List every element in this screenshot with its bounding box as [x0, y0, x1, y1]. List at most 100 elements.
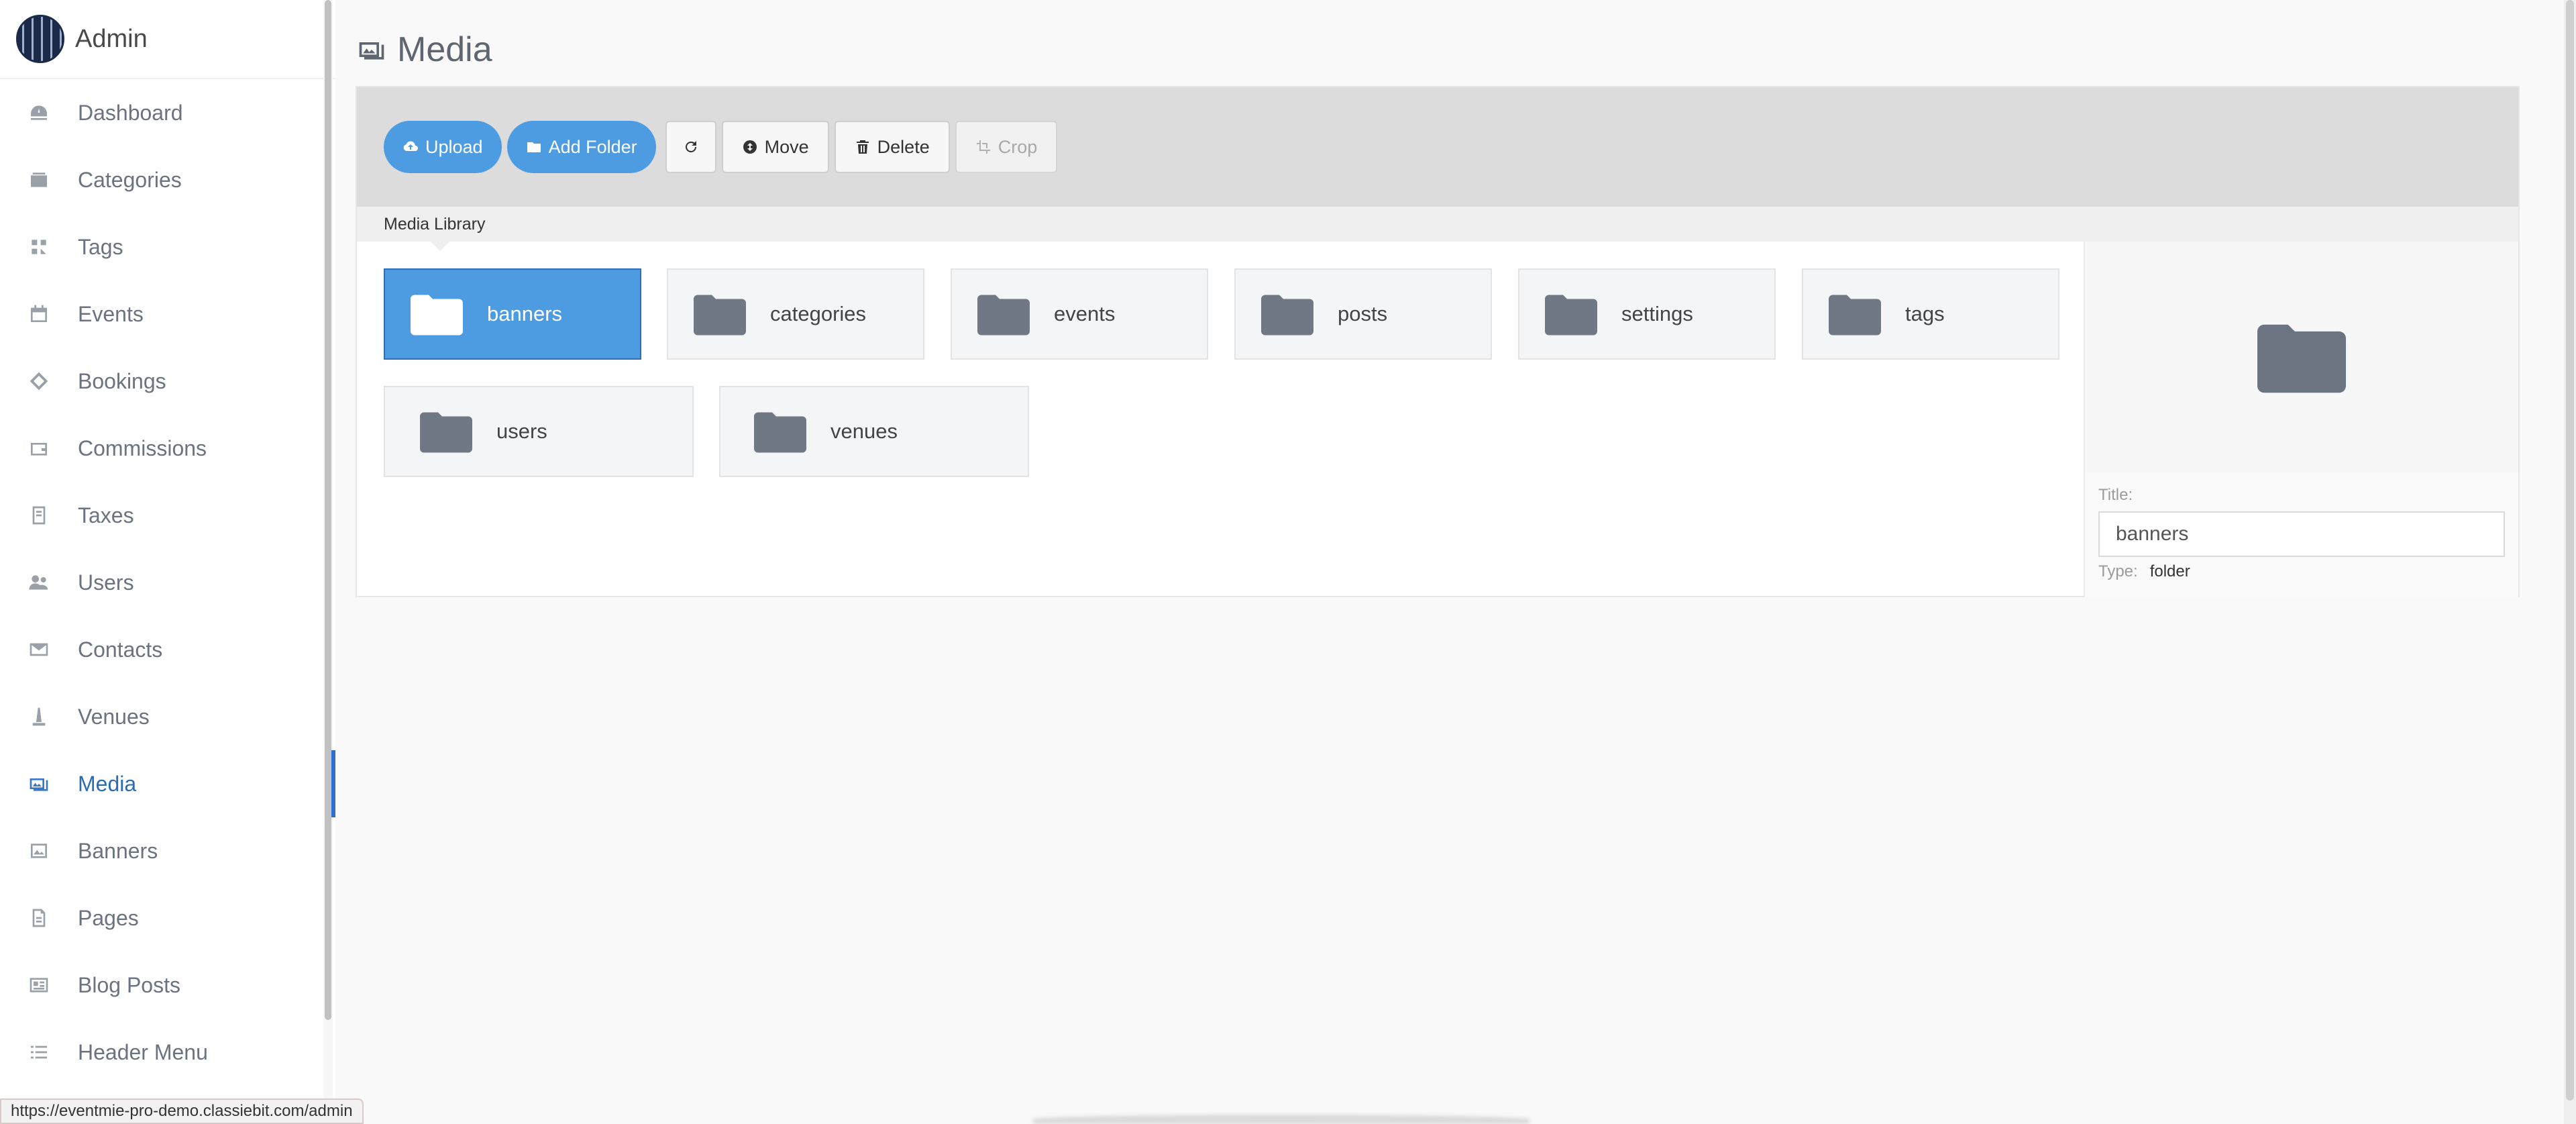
sidebar-nav: Dashboard Categories Tags Events Booking… — [0, 79, 335, 1086]
banner-icon — [27, 839, 51, 863]
media-icon — [359, 42, 384, 60]
sidebar-item-dashboard[interactable]: Dashboard — [0, 79, 335, 146]
ticket-icon — [27, 369, 51, 393]
dashboard-icon — [27, 101, 51, 125]
delete-label: Delete — [877, 136, 930, 157]
sidebar-item-label: Header Menu — [78, 1039, 208, 1064]
sidebar-item-label: Blog Posts — [78, 972, 180, 997]
sidebar-item-label: Categories — [78, 167, 182, 192]
page-scrollbar-thumb[interactable] — [2566, 0, 2574, 1101]
sidebar-item-taxes[interactable]: Taxes — [0, 482, 335, 549]
sidebar-item-events[interactable]: Events — [0, 280, 335, 348]
type-row: Type: folder — [2098, 562, 2505, 581]
sidebar-item-label: Pages — [78, 905, 139, 930]
crop-button[interactable]: Crop — [955, 121, 1058, 173]
sidebar-item-tags[interactable]: Tags — [0, 213, 335, 280]
status-bar-url: https://eventmie-pro-demo.classiebit.com… — [0, 1099, 364, 1124]
refresh-button[interactable] — [665, 121, 716, 173]
mail-icon — [27, 637, 51, 662]
wallet-icon — [27, 436, 51, 460]
preview-area — [2085, 242, 2518, 472]
receipt-icon — [27, 503, 51, 527]
brand-title: Admin — [75, 24, 148, 53]
active-indicator — [331, 750, 335, 817]
media-icon — [27, 772, 51, 796]
folder-settings[interactable]: settings — [1518, 268, 1776, 360]
folder-icon — [2257, 324, 2346, 393]
crop-label: Crop — [998, 136, 1038, 157]
folder-icon — [977, 295, 1030, 336]
move-icon — [743, 140, 757, 154]
folder-users[interactable]: users — [384, 386, 694, 477]
folder-icon — [1261, 295, 1313, 336]
sidebar-item-label: Contacts — [78, 637, 163, 662]
sidebar-item-categories[interactable]: Categories — [0, 146, 335, 213]
folder-events[interactable]: events — [951, 268, 1208, 360]
cloud-upload-icon — [403, 141, 418, 151]
bottom-shadow — [1033, 1115, 1529, 1124]
sidebar-item-label: Media — [78, 771, 137, 796]
folder-name: events — [1054, 302, 1116, 325]
sidebar-item-label: Commissions — [78, 436, 207, 460]
folder-icon — [754, 412, 806, 453]
sidebar-item-pages[interactable]: Pages — [0, 884, 335, 952]
media-content: banners categories events posts settings… — [357, 242, 2518, 597]
sidebar-item-label: Venues — [78, 704, 150, 729]
upload-label: Upload — [425, 136, 483, 157]
sidebar-scrollbar-thumb[interactable] — [325, 0, 331, 1020]
folder-banners[interactable]: banners — [384, 268, 641, 360]
folder-name: venues — [830, 419, 898, 443]
title-label: Title: — [2098, 486, 2133, 504]
folder-icon — [420, 412, 472, 453]
folder-name: tags — [1905, 302, 1945, 325]
folder-name: posts — [1338, 302, 1388, 325]
venue-icon — [27, 705, 51, 729]
folder-icon — [694, 295, 746, 336]
folder-name: settings — [1621, 302, 1693, 325]
folder-venues[interactable]: venues — [719, 386, 1029, 477]
sidebar-item-media[interactable]: Media — [0, 750, 335, 817]
breadcrumb: Media Library — [357, 207, 2518, 251]
folder-name: users — [496, 419, 547, 443]
folder-icon — [1545, 295, 1597, 336]
folder-categories[interactable]: categories — [667, 268, 924, 360]
sidebar-item-blog-posts[interactable]: Blog Posts — [0, 952, 335, 1019]
add-folder-label: Add Folder — [548, 136, 637, 157]
media-manager: Upload Add Folder Move Delete Crop Media… — [356, 86, 2520, 597]
breadcrumb-media-library[interactable]: Media Library — [384, 215, 485, 234]
sidebar-item-label: Taxes — [78, 503, 134, 527]
page-scrollbar[interactable] — [2564, 0, 2576, 1124]
sidebar-item-label: Tags — [78, 234, 123, 259]
move-label: Move — [764, 136, 809, 157]
sidebar-item-commissions[interactable]: Commissions — [0, 415, 335, 482]
move-button[interactable]: Move — [721, 121, 829, 173]
sidebar-item-bookings[interactable]: Bookings — [0, 348, 335, 415]
folder-icon — [1829, 295, 1881, 336]
list-icon — [27, 1040, 51, 1064]
folder-grid: banners categories events posts settings… — [357, 242, 2084, 597]
folder-name: categories — [770, 302, 867, 325]
sidebar-item-users[interactable]: Users — [0, 549, 335, 616]
brand[interactable]: Admin — [0, 0, 335, 79]
page-header: Media — [357, 30, 492, 70]
sidebar-item-label: Bookings — [78, 368, 166, 393]
folder-name: banners — [487, 302, 563, 325]
add-folder-button[interactable]: Add Folder — [506, 121, 656, 173]
sidebar-item-banners[interactable]: Banners — [0, 817, 335, 884]
sidebar-item-label: Dashboard — [78, 100, 183, 125]
title-field[interactable] — [2098, 511, 2505, 557]
sidebar-item-venues[interactable]: Venues — [0, 683, 335, 750]
sidebar-item-label: Banners — [78, 838, 158, 863]
sidebar-item-header-menu[interactable]: Header Menu — [0, 1019, 335, 1086]
folder-tags[interactable]: tags — [1802, 268, 2059, 360]
folder-icon — [411, 295, 463, 336]
sidebar-item-contacts[interactable]: Contacts — [0, 616, 335, 683]
details-body: Title: Type: folder — [2085, 472, 2518, 597]
delete-button[interactable]: Delete — [834, 121, 950, 173]
tags-icon — [27, 235, 51, 259]
calendar-icon — [27, 302, 51, 326]
upload-button[interactable]: Upload — [384, 121, 502, 173]
sidebar: Admin Dashboard Categories Tags Events B… — [0, 0, 335, 1124]
page-icon — [27, 906, 51, 930]
folder-posts[interactable]: posts — [1234, 268, 1492, 360]
